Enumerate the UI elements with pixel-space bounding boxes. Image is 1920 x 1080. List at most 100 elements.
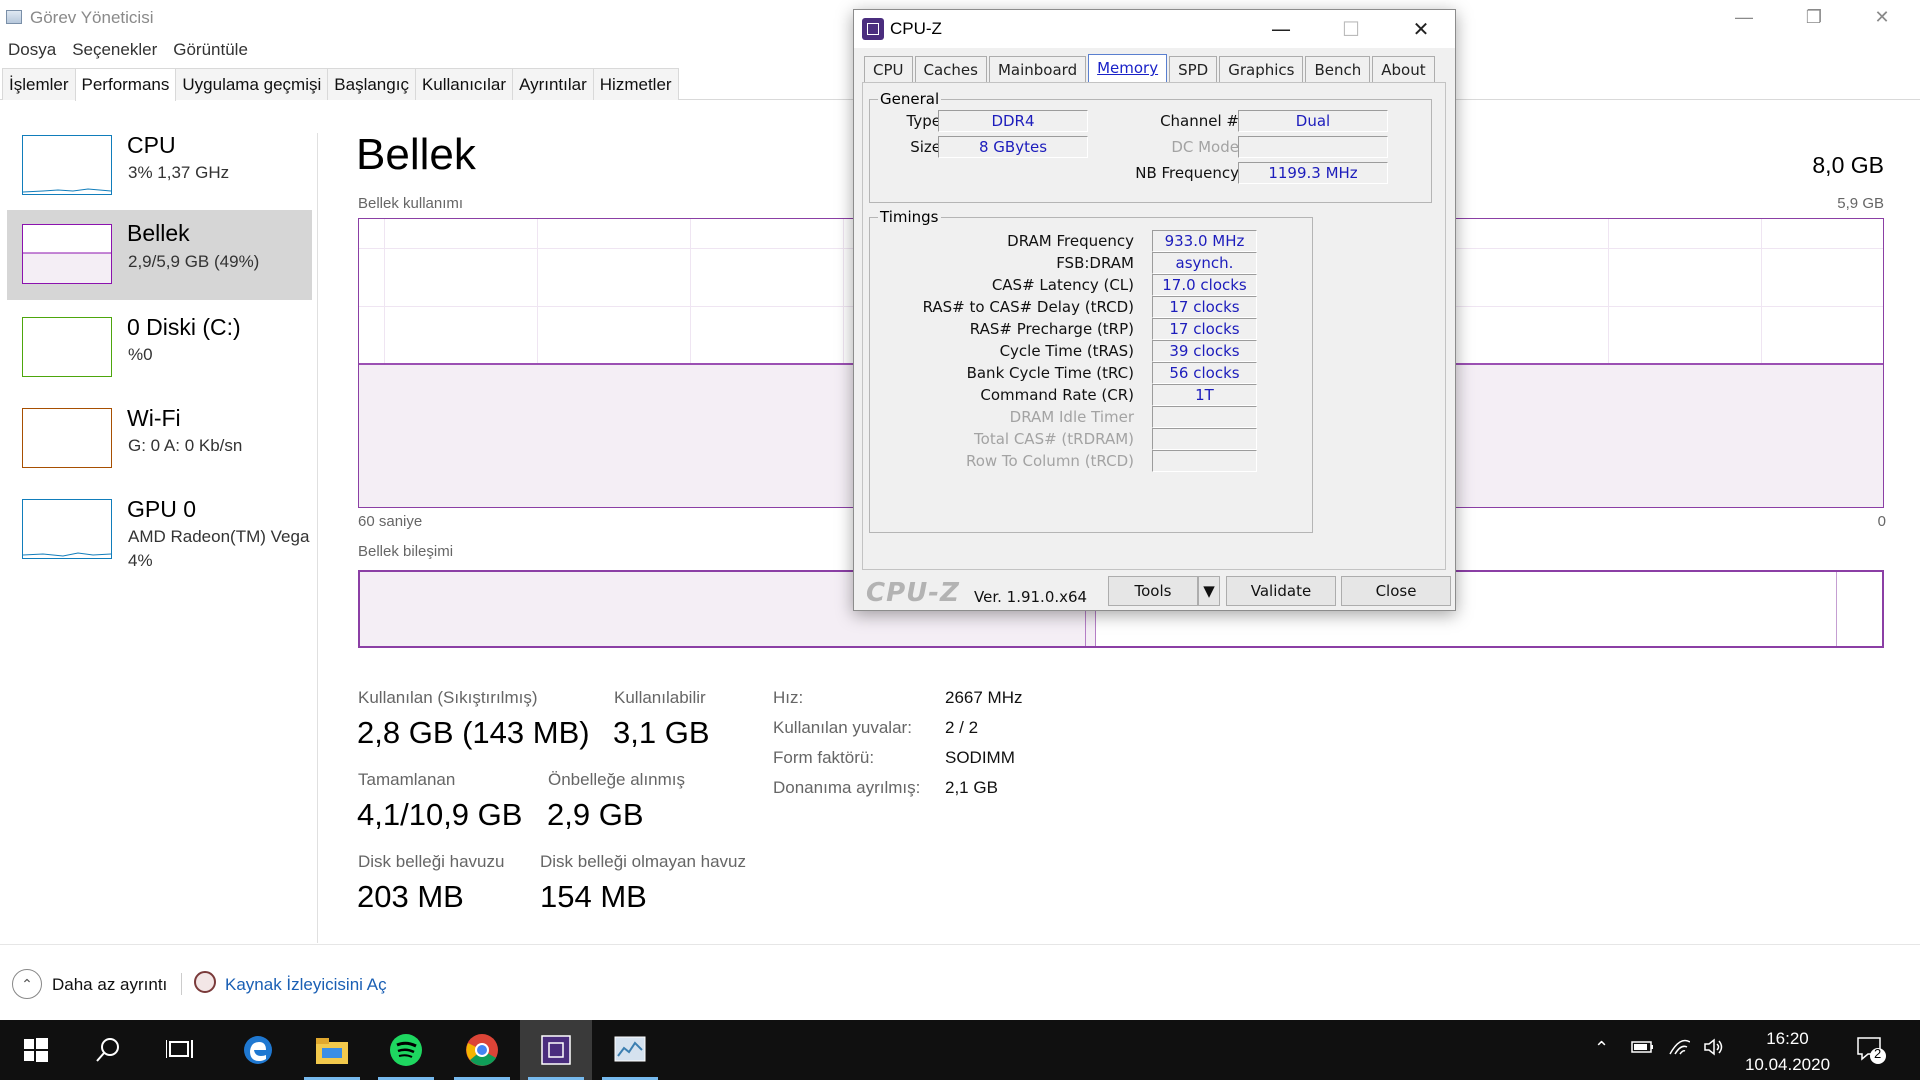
- cpuz-tab-caches[interactable]: Caches: [914, 56, 987, 82]
- cached-label: Önbelleğe alınmış: [548, 770, 686, 789]
- timing-value: 17 clocks: [1152, 318, 1257, 340]
- timing-value: 1T: [1152, 384, 1257, 406]
- timing-label: RAS# Precharge (tRP): [969, 320, 1134, 338]
- fewer-details-link[interactable]: Daha az ayrıntı: [52, 975, 167, 995]
- task-manager-icon: [6, 10, 22, 24]
- nb-frequency-label: NB Frequency: [1135, 164, 1239, 182]
- tools-button[interactable]: Tools: [1108, 576, 1198, 606]
- cpuz-tab-spd[interactable]: SPD: [1169, 56, 1218, 82]
- chevron-up-icon[interactable]: ⌃: [12, 969, 42, 999]
- tab-users[interactable]: Kullanıcılar: [414, 68, 514, 100]
- paged-pool-value: 203 MB: [357, 879, 464, 914]
- sidebar-item-detail: AMD Radeon(TM) Vega: [128, 527, 310, 546]
- spotify-icon[interactable]: [370, 1020, 442, 1080]
- sidebar-item-disk[interactable]: 0 Diski (C:) %0: [7, 312, 312, 402]
- volume-icon[interactable]: [1703, 1038, 1725, 1061]
- sidebar-item-detail: %0: [128, 345, 153, 364]
- speed-value: 2667 MHz: [945, 688, 1023, 707]
- sidebar-item-label: CPU: [127, 132, 176, 158]
- size-value: 8 GBytes: [938, 136, 1088, 158]
- file-explorer-icon[interactable]: [296, 1020, 368, 1080]
- paged-pool-label: Disk belleği havuzu: [358, 852, 505, 871]
- validate-button[interactable]: Validate: [1226, 576, 1336, 606]
- timing-value: 933.0 MHz: [1152, 230, 1257, 252]
- task-view-icon[interactable]: [144, 1020, 216, 1080]
- sidebar-item-cpu[interactable]: CPU 3% 1,37 GHz: [7, 130, 312, 220]
- committed-label: Tamamlanan: [358, 770, 456, 789]
- cpuz-tab-memory[interactable]: Memory: [1088, 54, 1168, 82]
- footer-bar: ⌃ Daha az ayrıntı Kaynak İzleyicisini Aç: [0, 944, 1920, 1020]
- cpuz-tab-graphics[interactable]: Graphics: [1219, 56, 1304, 82]
- search-icon[interactable]: [72, 1020, 144, 1080]
- timing-label: CAS# Latency (CL): [991, 276, 1134, 294]
- timing-label: DRAM Idle Timer: [1009, 408, 1134, 426]
- tab-details[interactable]: Ayrıntılar: [512, 68, 594, 100]
- page-title: Bellek: [356, 130, 476, 179]
- cpuz-tab-bar: CPU Caches Mainboard Memory SPD Graphics…: [864, 54, 1437, 82]
- usage-graph-max: 5,9 GB: [1837, 195, 1884, 212]
- sidebar-item-memory[interactable]: Bellek 2,9/5,9 GB (49%): [7, 210, 312, 300]
- committed-value: 4,1/10,9 GB: [357, 797, 523, 832]
- cpuz-taskbar-icon[interactable]: [520, 1020, 592, 1080]
- footer-divider: [181, 973, 182, 995]
- taskbar-clock[interactable]: 16:20 10.04.2020: [1740, 1026, 1835, 1078]
- cpuz-maximize-button: ☐: [1342, 17, 1360, 41]
- start-button[interactable]: [0, 1020, 72, 1080]
- cpuz-minimize-button[interactable]: —: [1252, 10, 1310, 48]
- timing-label: Row To Column (tRCD): [965, 452, 1134, 470]
- cpuz-tab-mainboard[interactable]: Mainboard: [988, 56, 1087, 82]
- timing-value: 39 clocks: [1152, 340, 1257, 362]
- close-button[interactable]: ✕: [1848, 0, 1916, 34]
- timing-label: RAS# to CAS# Delay (tRCD): [922, 298, 1134, 316]
- tab-performance[interactable]: Performans: [74, 68, 177, 101]
- edge-browser-icon[interactable]: [222, 1020, 294, 1080]
- tab-startup[interactable]: Başlangıç: [327, 68, 416, 100]
- nb-frequency-value: 1199.3 MHz: [1238, 162, 1388, 184]
- resource-monitor-icon: [194, 971, 216, 993]
- slots-label: Kullanılan yuvalar:: [773, 718, 912, 737]
- cached-value: 2,9 GB: [547, 797, 644, 832]
- wifi-icon[interactable]: [1668, 1038, 1691, 1061]
- menu-view[interactable]: Görüntüle: [165, 36, 256, 64]
- tab-app-history[interactable]: Uygulama geçmişi: [175, 68, 329, 100]
- cpuz-tab-cpu[interactable]: CPU: [864, 56, 913, 82]
- sidebar-item-gpu[interactable]: GPU 0 AMD Radeon(TM) Vega 4%: [7, 494, 312, 584]
- hardware-reserved-value: 2,1 GB: [945, 778, 998, 797]
- sidebar-item-wifi[interactable]: Wi-Fi G: 0 A: 0 Kb/sn: [7, 403, 312, 493]
- restore-button[interactable]: ❐: [1780, 0, 1848, 34]
- timing-value: [1152, 406, 1257, 428]
- cpuz-close-app-button[interactable]: Close: [1341, 576, 1451, 606]
- timing-label: Bank Cycle Time (tRC): [966, 364, 1134, 382]
- cpuz-tab-about[interactable]: About: [1372, 56, 1435, 82]
- sidebar-item-label: Bellek: [127, 220, 190, 246]
- cpuz-title-bar: CPU-Z — ☐ ✕: [854, 10, 1455, 48]
- channel-label: Channel #: [1160, 112, 1239, 130]
- nonpaged-pool-label: Disk belleği olmayan havuz: [540, 852, 746, 871]
- menu-options[interactable]: Seçenekler: [64, 36, 165, 64]
- general-group: General Type DDR4 Size 8 GBytes Channel …: [869, 90, 1432, 203]
- cpuz-close-button[interactable]: ✕: [1392, 10, 1450, 48]
- timing-value: asynch.: [1152, 252, 1257, 274]
- cpu-mini-graph: [22, 135, 112, 195]
- minimize-button[interactable]: —: [1710, 0, 1778, 34]
- tab-processes[interactable]: İşlemler: [2, 68, 76, 100]
- available-label: Kullanılabilir: [614, 688, 706, 707]
- notification-center-icon[interactable]: 2: [1856, 1034, 1886, 1069]
- sidebar-item-label: 0 Diski (C:): [127, 314, 241, 340]
- notification-count: 2: [1874, 1046, 1882, 1061]
- battery-icon[interactable]: [1631, 1038, 1655, 1059]
- chevron-up-tray-icon[interactable]: ⌃: [1594, 1038, 1609, 1059]
- cpuz-window: CPU-Z — ☐ ✕ CPU Caches Mainboard Memory …: [853, 9, 1456, 611]
- sidebar-item-detail: 2,9/5,9 GB (49%): [128, 252, 260, 271]
- open-resource-monitor-link[interactable]: Kaynak İzleyicisini Aç: [225, 975, 387, 995]
- graph-axis-left: 60 saniye: [358, 513, 423, 530]
- chrome-icon[interactable]: [446, 1020, 518, 1080]
- cpuz-tab-bench[interactable]: Bench: [1305, 56, 1371, 82]
- type-label: Type: [906, 112, 941, 130]
- timing-label: Total CAS# (tRDRAM): [974, 430, 1134, 448]
- menu-file[interactable]: Dosya: [0, 36, 64, 64]
- tools-dropdown-icon[interactable]: ▼: [1198, 576, 1220, 606]
- nonpaged-pool-value: 154 MB: [540, 879, 647, 914]
- task-manager-taskbar-icon[interactable]: [594, 1020, 666, 1080]
- tab-services[interactable]: Hizmetler: [592, 68, 679, 100]
